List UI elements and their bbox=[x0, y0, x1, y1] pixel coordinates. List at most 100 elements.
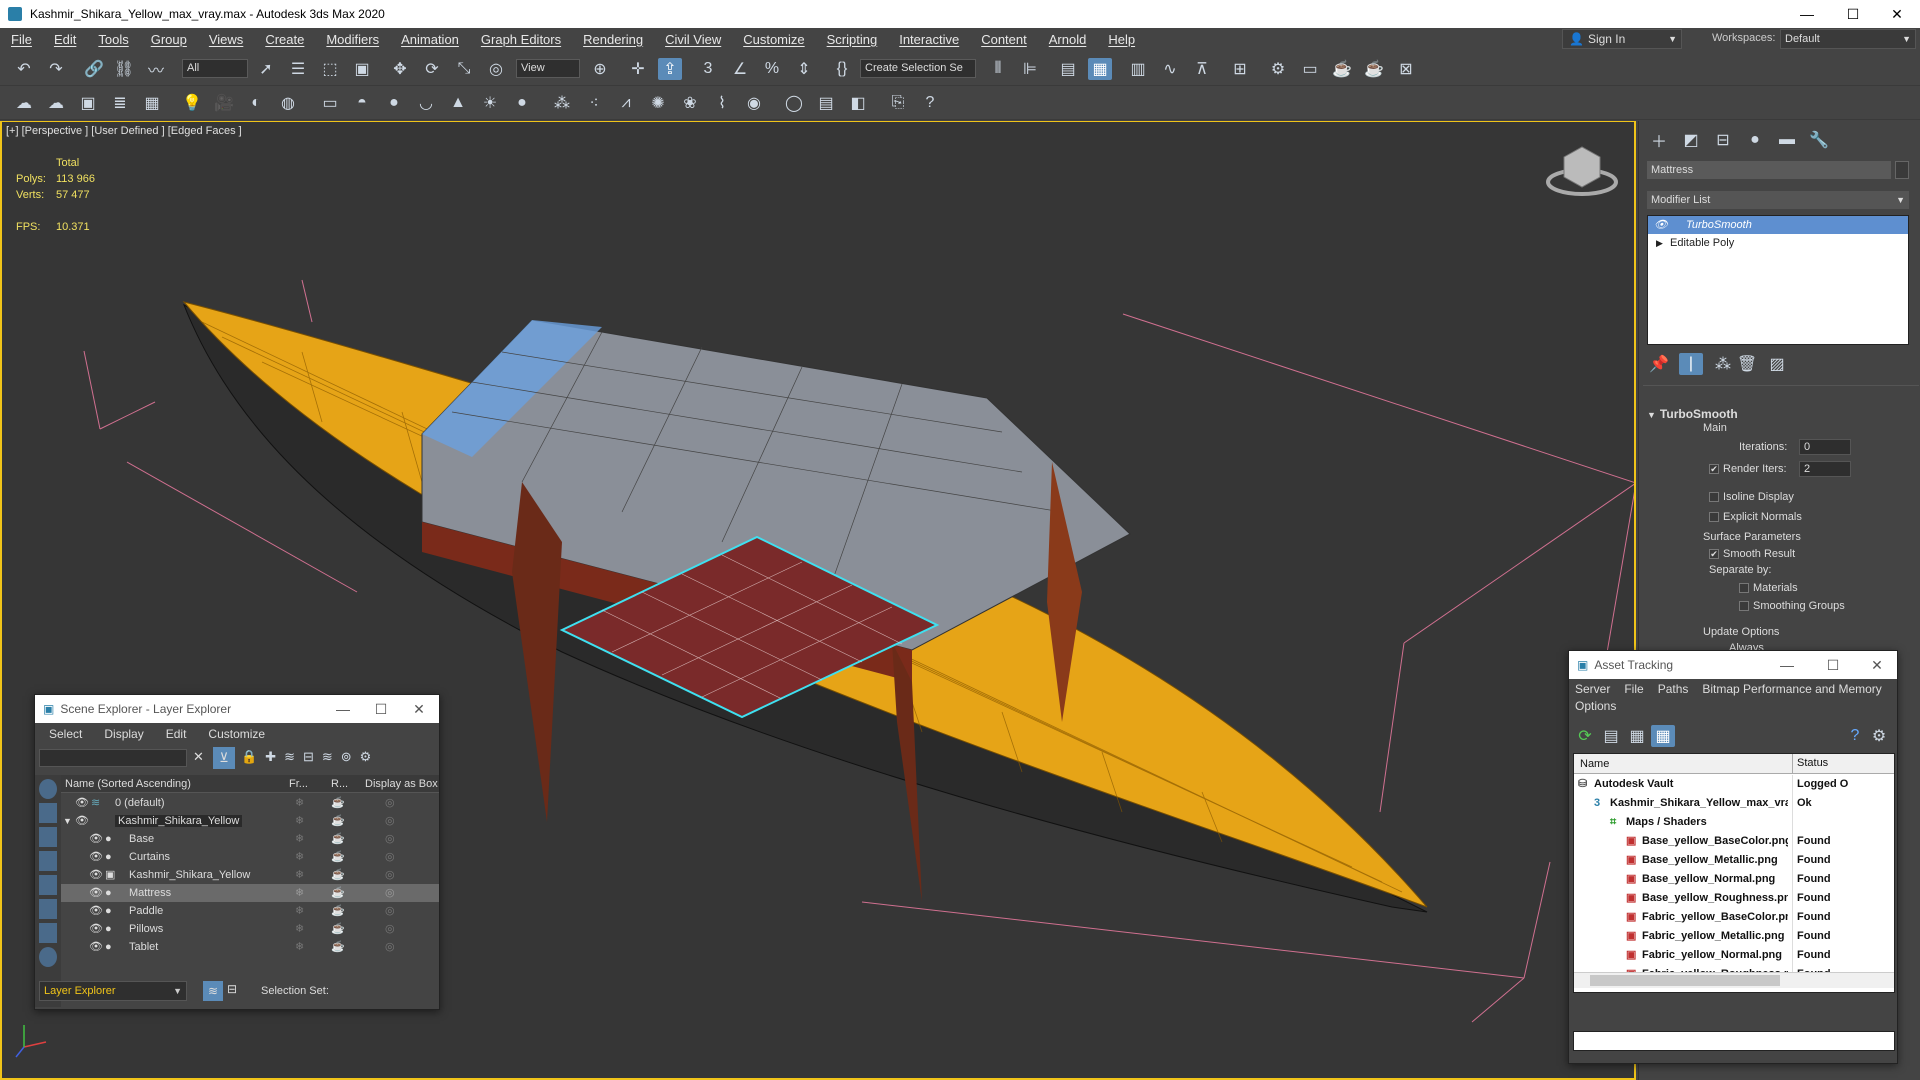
render-setup-icon[interactable]: ⚙ bbox=[1266, 58, 1290, 80]
box-icon[interactable]: ◎ bbox=[385, 812, 395, 830]
teapot-icon[interactable]: ☕ bbox=[331, 902, 345, 920]
bowl-icon[interactable]: ◡ bbox=[414, 92, 438, 114]
modify-tab-icon[interactable]: ◩ bbox=[1679, 129, 1703, 151]
at-menu-server[interactable]: Server bbox=[1575, 682, 1610, 696]
spinner-snap-icon[interactable]: ⇕ bbox=[792, 58, 816, 80]
col-render[interactable]: R... bbox=[331, 775, 348, 793]
freeze-icon[interactable]: ❄ bbox=[295, 920, 304, 938]
display-cameras-icon[interactable] bbox=[39, 875, 57, 895]
asset-row[interactable]: ▣ Base_yellow_BaseColor.png Found bbox=[1574, 832, 1894, 851]
isoline-checkbox[interactable] bbox=[1709, 492, 1719, 503]
snaps-toggle-icon[interactable]: 3 bbox=[696, 58, 720, 80]
sign-in-dropdown[interactable]: 👤 Sign In ▼ bbox=[1562, 29, 1682, 49]
filter-icon[interactable]: ⊻ bbox=[213, 747, 235, 769]
rollout-turbosmooth-title[interactable]: ▼ TurboSmooth bbox=[1647, 407, 1738, 421]
bind-space-warp-icon[interactable]: 〰 bbox=[144, 58, 168, 80]
unlink-icon[interactable]: ⛓ bbox=[112, 58, 136, 80]
freeze-icon[interactable]: ❄ bbox=[295, 938, 304, 956]
hierarchy-tab-icon[interactable]: ⊟ bbox=[1711, 129, 1735, 151]
smoothing-groups-row[interactable]: Smoothing Groups bbox=[1739, 600, 1845, 612]
display-objects-icon[interactable] bbox=[39, 779, 57, 799]
smooth-result-checkbox[interactable]: ✔ bbox=[1709, 549, 1719, 560]
render-production-icon[interactable]: ☕ bbox=[1330, 58, 1354, 80]
selection-set-icon[interactable]: ⊟ bbox=[227, 982, 237, 996]
teapot-icon[interactable]: ☕ bbox=[331, 884, 345, 902]
curve-editor-icon[interactable]: ∿ bbox=[1158, 58, 1182, 80]
create-tab-icon[interactable]: ＋ bbox=[1647, 129, 1671, 151]
menu-views[interactable]: Views bbox=[198, 32, 254, 47]
asset-row[interactable]: ▣ Base_yellow_Roughness.png Found bbox=[1574, 889, 1894, 908]
asset-tracking-titlebar[interactable]: ▣ Asset Tracking — ☐ ✕ bbox=[1569, 651, 1897, 679]
hair-icon[interactable]: ⌇ bbox=[710, 92, 734, 114]
clear-search-icon[interactable]: ✕ bbox=[193, 749, 209, 767]
display-tab-icon[interactable]: ▬ bbox=[1775, 129, 1799, 151]
workspace-dropdown[interactable]: Default ▼ bbox=[1780, 29, 1916, 49]
tree-row[interactable]: 👁 ● Pillows ❄ ☕ ◎ bbox=[61, 920, 439, 938]
at-menu-options[interactable]: Options bbox=[1575, 699, 1616, 713]
display-helpers-icon[interactable] bbox=[39, 899, 57, 919]
freeze-icon[interactable]: ❄ bbox=[295, 812, 304, 830]
object-color-swatch[interactable] bbox=[1895, 161, 1909, 179]
eye-icon[interactable]: 👁 bbox=[89, 884, 103, 902]
render-iters-spinner[interactable]: 2 bbox=[1799, 461, 1851, 477]
rendered-frame-window-icon[interactable]: ▭ bbox=[1298, 58, 1322, 80]
isoline-row[interactable]: Isoline Display bbox=[1709, 491, 1794, 503]
eye-icon[interactable]: 👁 bbox=[75, 794, 89, 812]
physical-camera-icon[interactable]: 🎥 bbox=[212, 92, 236, 114]
scene-explorer-titlebar[interactable]: ▣ Scene Explorer - Layer Explorer — ☐ ✕ bbox=[35, 695, 439, 723]
dome-icon[interactable]: ◓ bbox=[350, 92, 374, 114]
modifier-list-dropdown[interactable]: Modifier List ▼ bbox=[1647, 191, 1909, 209]
place-icon[interactable]: ◎ bbox=[484, 58, 508, 80]
table-view-icon[interactable]: ▦ bbox=[1651, 725, 1675, 747]
eye-icon[interactable]: 👁 bbox=[75, 812, 89, 830]
vfb-icon[interactable]: ◧ bbox=[846, 92, 870, 114]
toggle-scene-explorer-icon[interactable]: ▤ bbox=[1056, 58, 1080, 80]
teapot-icon[interactable]: ☕ bbox=[331, 938, 345, 956]
se-menu-display[interactable]: Display bbox=[104, 727, 143, 741]
box-icon[interactable]: ◎ bbox=[385, 830, 395, 848]
tree-row[interactable]: ▼ 👁 Kashmir_Shikara_Yellow ❄ ☕ ◎ bbox=[61, 812, 439, 830]
tree-row[interactable]: 👁 ▣ Kashmir_Shikara_Yellow ❄ ☕ ◎ bbox=[61, 866, 439, 884]
sphere-light-icon[interactable]: ◍ bbox=[276, 92, 300, 114]
move-icon[interactable]: ✥ bbox=[388, 58, 412, 80]
tree-row[interactable]: 👁 ● Tablet ❄ ☕ ◎ bbox=[61, 938, 439, 956]
reference-coordinate-dropdown[interactable]: View bbox=[516, 59, 580, 78]
asset-row[interactable]: ▣ Base_yellow_Normal.png Found bbox=[1574, 870, 1894, 889]
render-iters-row[interactable]: ✔ Render Iters: bbox=[1709, 463, 1787, 475]
help-icon[interactable]: ? bbox=[1843, 725, 1867, 747]
asset-row[interactable]: ⌗ Maps / Shaders bbox=[1574, 813, 1894, 832]
schematic-view-icon[interactable]: ⊼ bbox=[1190, 58, 1214, 80]
help-icon[interactable]: ? bbox=[918, 92, 942, 114]
tree-row[interactable]: 👁 ● Base ❄ ☕ ◎ bbox=[61, 830, 439, 848]
box-icon[interactable]: ◎ bbox=[385, 902, 395, 920]
close-button[interactable]: ✕ bbox=[399, 695, 439, 723]
display-spacewarps-icon[interactable] bbox=[39, 923, 57, 943]
render-frame-icon[interactable]: ▣ bbox=[76, 92, 100, 114]
link-icon[interactable]: 🔗 bbox=[82, 58, 106, 80]
tree-row[interactable]: 👁 ● Paddle ❄ ☕ ◎ bbox=[61, 902, 439, 920]
scrollbar-thumb[interactable] bbox=[1590, 975, 1780, 986]
teapot-icon[interactable]: ☕ bbox=[331, 848, 345, 866]
teapot-icon[interactable]: ☁ bbox=[12, 92, 36, 114]
col-name[interactable]: Name (Sorted Ascending) bbox=[65, 775, 191, 793]
maximize-button[interactable]: ☐ bbox=[1813, 651, 1853, 679]
explicit-normals-row[interactable]: Explicit Normals bbox=[1709, 511, 1802, 523]
menu-civil-view[interactable]: Civil View bbox=[654, 32, 732, 47]
sun-icon[interactable]: ☀ bbox=[478, 92, 502, 114]
eye-icon[interactable]: 👁 bbox=[89, 866, 103, 884]
render-iterative-icon[interactable]: ☕ bbox=[1362, 58, 1386, 80]
refresh-icon[interactable]: ⟳ bbox=[1573, 725, 1597, 747]
align-icon[interactable]: ⊫ bbox=[1018, 58, 1042, 80]
view-cube[interactable] bbox=[1546, 146, 1618, 196]
named-selection-dropdown[interactable]: Create Selection Se bbox=[860, 59, 976, 78]
display-lights-icon[interactable] bbox=[39, 851, 57, 871]
dome-light-icon[interactable]: ◐ bbox=[244, 92, 268, 114]
teapot-icon[interactable]: ☕ bbox=[331, 830, 345, 848]
tree-row-selected[interactable]: 👁 ● Mattress ❄ ☕ ◎ bbox=[61, 884, 439, 902]
menu-group[interactable]: Group bbox=[140, 32, 198, 47]
eye-icon[interactable]: 👁 bbox=[89, 920, 103, 938]
layer-tools-icons[interactable]: 🔒✚≋⊟≋⊚⚙ bbox=[241, 749, 379, 765]
viewport-label[interactable]: [+] [Perspective ] [User Defined ] [Edge… bbox=[6, 125, 242, 137]
particles-icon[interactable]: ⁖ bbox=[582, 92, 606, 114]
se-menu-customize[interactable]: Customize bbox=[208, 727, 265, 741]
